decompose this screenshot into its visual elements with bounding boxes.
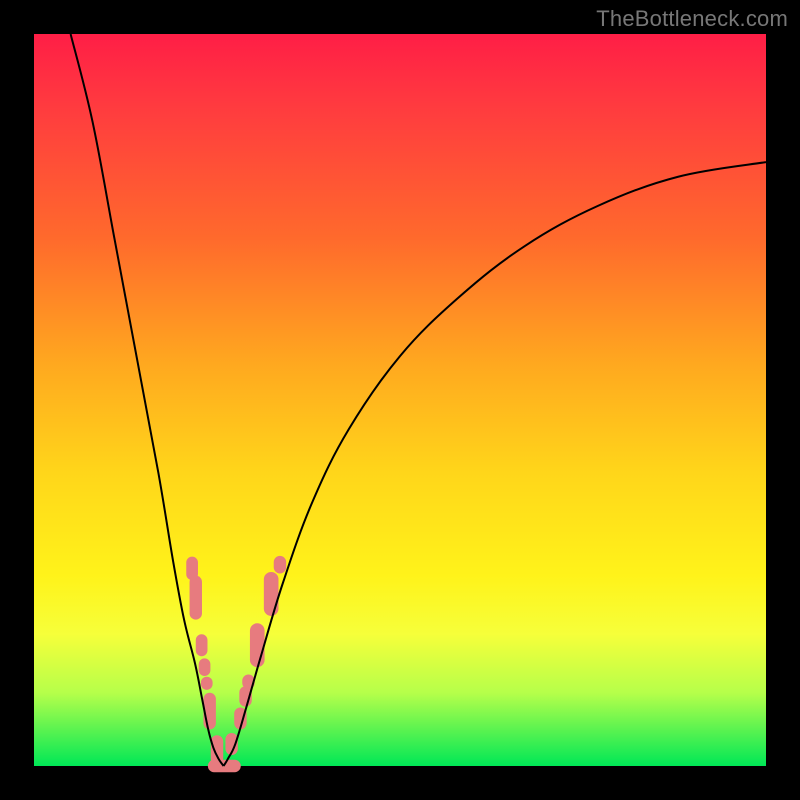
data-marker [196, 634, 208, 656]
data-marker [201, 677, 213, 690]
chart-frame: TheBottleneck.com [0, 0, 800, 800]
watermark-text: TheBottleneck.com [596, 6, 788, 32]
data-marker [190, 576, 202, 620]
chart-svg [34, 34, 766, 766]
data-marker [250, 623, 265, 667]
curve-right [224, 162, 766, 766]
curve-left [71, 34, 224, 766]
plot-area [34, 34, 766, 766]
data-marker [199, 658, 211, 676]
data-marker [264, 572, 279, 616]
data-marker [274, 556, 286, 574]
